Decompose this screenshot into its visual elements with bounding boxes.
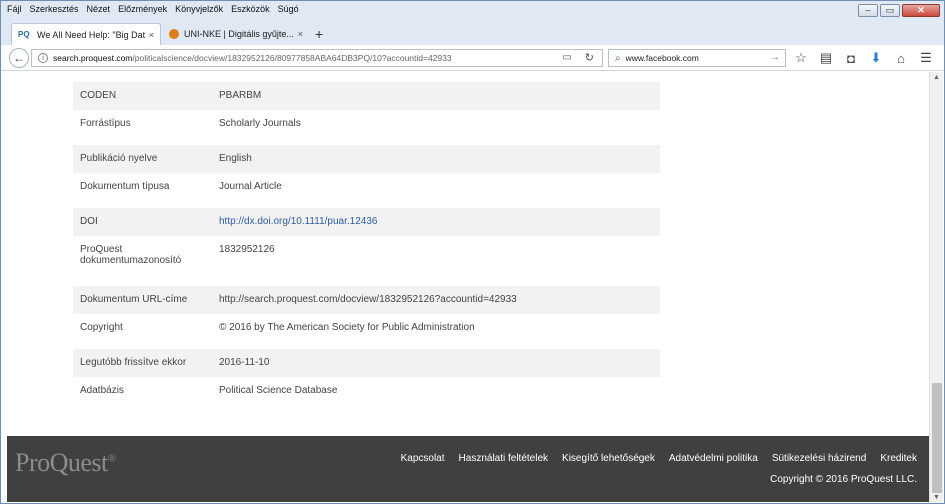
menu-bar: Fájl Szerkesztés Nézet Előzmények Könyvj… xyxy=(1,1,944,17)
page-footer: ProQuest® Kapcsolat Használati feltétele… xyxy=(7,436,929,502)
detail-label: Publikáció nyelve xyxy=(80,153,158,164)
proquest-favicon-icon: PQ xyxy=(18,30,30,39)
table-row: Forrástípus Scholarly Journals xyxy=(73,110,660,145)
footer-link-accessibility[interactable]: Kisegítő lehetőségek xyxy=(562,453,655,464)
detail-label: Legutóbb frissítve ekkor xyxy=(80,357,187,368)
reading-list-icon[interactable]: ▤ xyxy=(818,49,834,67)
logo-text: ProQuest xyxy=(15,448,108,477)
scroll-down-icon[interactable]: ▼ xyxy=(933,494,940,501)
menu-bookmarks[interactable]: Könyvjelzők xyxy=(175,4,223,14)
footer-link-privacy[interactable]: Adatvédelmi politika xyxy=(669,453,758,464)
detail-value: English xyxy=(219,153,252,164)
close-window-button[interactable]: ✕ xyxy=(902,4,940,17)
table-row: Dokumentum URL-címe http://search.proque… xyxy=(73,286,660,314)
registered-mark: ® xyxy=(107,452,116,465)
detail-label: Copyright xyxy=(80,322,123,333)
menu-history[interactable]: Előzmények xyxy=(118,4,167,14)
scroll-up-icon[interactable]: ▲ xyxy=(933,74,940,81)
detail-label: Adatbázis xyxy=(80,385,124,396)
footer-copyright: Copyright © 2016 ProQuest LLC. xyxy=(770,474,917,485)
search-value: www.facebook.com xyxy=(625,53,699,63)
menu-help[interactable]: Súgó xyxy=(278,4,299,14)
footer-link-terms[interactable]: Használati feltételek xyxy=(459,453,549,464)
reload-icon[interactable]: ↻ xyxy=(585,51,594,64)
table-row: CODEN PBARBM xyxy=(73,82,660,110)
url-bar[interactable]: i search.proquest.com/politicalscience/d… xyxy=(31,49,603,67)
tab-proquest[interactable]: PQ We All Need Help: "Big Dat... × xyxy=(11,23,161,45)
search-go-icon[interactable]: → xyxy=(770,52,780,63)
back-arrow-icon[interactable]: ← xyxy=(9,48,29,68)
menu-view[interactable]: Nézet xyxy=(87,4,111,14)
vertical-scrollbar[interactable]: ▲ ▼ xyxy=(929,72,943,503)
page-content: CODEN PBARBM Forrástípus Scholarly Journ… xyxy=(1,72,929,436)
toolbar-icons: ☆ ▤ ◘ ⬇ ⌂ ☰ xyxy=(793,49,934,67)
table-row: Legutóbb frissítve ekkor 2016-11-10 xyxy=(73,349,660,377)
home-icon[interactable]: ⌂ xyxy=(893,49,909,67)
footer-link-credits[interactable]: Kreditek xyxy=(880,453,917,464)
hamburger-menu-icon[interactable]: ☰ xyxy=(918,49,934,67)
minimize-button[interactable]: – xyxy=(858,4,878,17)
window-controls: – ▭ ✕ xyxy=(858,4,940,17)
footer-links: Kapcsolat Használati feltételek Kisegítő… xyxy=(401,453,917,464)
table-row: DOI http://dx.doi.org/10.1111/puar.12436 xyxy=(73,208,660,236)
browser-window: Fájl Szerkesztés Nézet Előzmények Könyvj… xyxy=(0,0,945,504)
detail-value: 1832952126 xyxy=(219,244,275,255)
detail-label: CODEN xyxy=(80,90,117,101)
uni-nke-favicon-icon xyxy=(169,29,179,39)
navigation-bar: ← i search.proquest.com/politicalscience… xyxy=(1,45,944,71)
url-host: search.proquest.com xyxy=(53,53,133,63)
proquest-logo[interactable]: ProQuest® xyxy=(15,448,116,478)
detail-value: http://search.proquest.com/docview/18329… xyxy=(219,294,517,305)
search-input[interactable]: ⌕ www.facebook.com → xyxy=(608,49,786,67)
table-row: Adatbázis Political Science Database xyxy=(73,377,660,412)
table-row: Dokumentum típusa Journal Article xyxy=(73,173,660,208)
table-row: Publikáció nyelve English xyxy=(73,145,660,173)
new-tab-button[interactable]: + xyxy=(315,26,323,42)
url-path: /politicalscience/docview/1832952126/809… xyxy=(132,53,452,63)
scrollbar-thumb[interactable] xyxy=(932,383,942,493)
pocket-icon[interactable]: ◘ xyxy=(843,49,859,67)
detail-value: PBARBM xyxy=(219,90,262,101)
detail-value: Scholarly Journals xyxy=(219,118,301,129)
search-icon: ⌕ xyxy=(615,52,621,64)
maximize-button[interactable]: ▭ xyxy=(880,4,900,17)
menu-tools[interactable]: Eszközök xyxy=(231,4,270,14)
reader-view-icon[interactable]: ▭ xyxy=(563,52,572,63)
detail-label: Forrástípus xyxy=(80,118,131,129)
detail-value: 2016-11-10 xyxy=(219,357,270,368)
detail-label: Dokumentum URL-címe xyxy=(80,294,188,305)
detail-label: Dokumentum típusa xyxy=(80,181,170,192)
menu-file[interactable]: Fájl xyxy=(7,4,22,14)
tab-close-icon[interactable]: × xyxy=(298,29,303,39)
footer-link-cookies[interactable]: Sütikezelési házirend xyxy=(772,453,867,464)
table-row: Copyright © 2016 by The American Society… xyxy=(73,314,660,349)
table-row: ProQuest dokumentumazonosító 1832952126 xyxy=(73,236,660,286)
info-icon[interactable]: i xyxy=(38,53,48,63)
detail-value: Journal Article xyxy=(219,181,282,192)
tab-uni-nke[interactable]: UNI-NKE | Digitális gyűjte... × xyxy=(163,23,309,45)
menu-edit[interactable]: Szerkesztés xyxy=(30,4,79,14)
detail-value: © 2016 by The American Society for Publi… xyxy=(219,322,475,333)
doi-link[interactable]: http://dx.doi.org/10.1111/puar.12436 xyxy=(219,216,377,227)
document-details-table: CODEN PBARBM Forrástípus Scholarly Journ… xyxy=(73,82,660,412)
detail-value: Political Science Database xyxy=(219,385,338,396)
tab-close-icon[interactable]: × xyxy=(149,30,154,40)
footer-link-contact[interactable]: Kapcsolat xyxy=(401,453,445,464)
detail-label: DOI xyxy=(80,216,98,227)
tab-title: We All Need Help: "Big Dat... xyxy=(37,29,145,40)
download-icon[interactable]: ⬇ xyxy=(868,49,884,67)
tab-title: UNI-NKE | Digitális gyűjte... xyxy=(184,29,294,39)
bookmark-star-icon[interactable]: ☆ xyxy=(793,49,809,67)
tab-strip: PQ We All Need Help: "Big Dat... × UNI-N… xyxy=(1,17,944,45)
detail-label: ProQuest dokumentumazonosító xyxy=(80,244,182,266)
